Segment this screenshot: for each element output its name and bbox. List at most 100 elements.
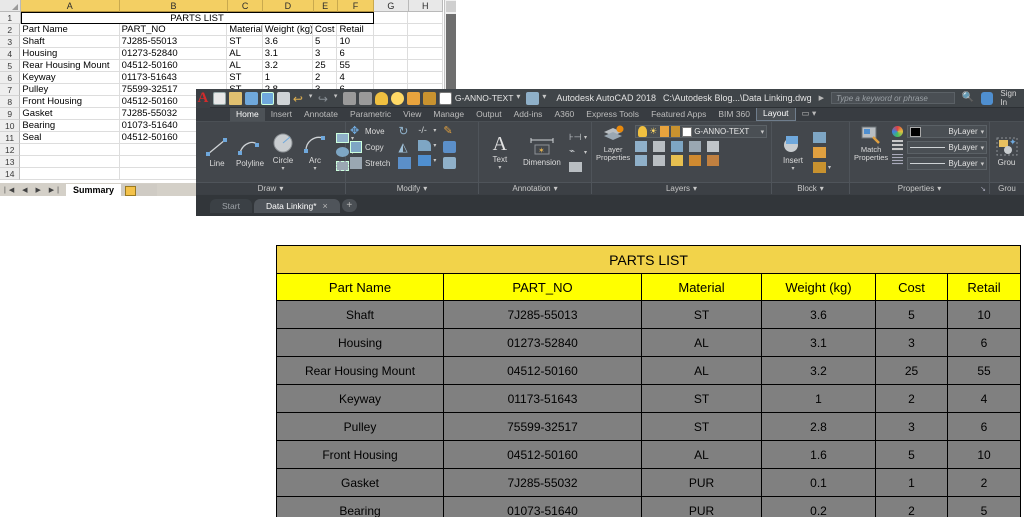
modify-tool-move[interactable]: ✥ Move	[350, 125, 390, 137]
excel-cell-H4[interactable]	[408, 48, 444, 60]
draw-tool-polyline[interactable]: Polyline	[236, 136, 264, 168]
annotation-tool-dimension[interactable]: ✶ Dimension	[522, 137, 562, 167]
excel-rowhead-8[interactable]: 8	[0, 96, 21, 108]
excel-cell-B4[interactable]: 01273-52840	[119, 48, 228, 60]
layer-thaw-icon[interactable]	[390, 91, 404, 105]
trim-dropdown-icon[interactable]: ▾	[433, 127, 436, 134]
layer-states-dropdown-icon[interactable]: ▾	[542, 92, 549, 105]
ribbon-tab-layout[interactable]: Layout	[756, 106, 796, 121]
ribbon-panel-block-label[interactable]: Block ▾	[772, 182, 849, 194]
save-as-icon[interactable]	[260, 91, 274, 105]
array-dropdown-icon[interactable]: ▾	[433, 157, 436, 164]
excel-rowhead-2[interactable]: 2	[0, 24, 21, 36]
excel-col-F[interactable]: F	[337, 0, 375, 12]
excel-sheet-nav-buttons[interactable]: |◀ ◀ ▶ ▶|	[0, 186, 66, 194]
block-attribute-flyout[interactable]: ▾	[813, 161, 831, 173]
layer-selector-dropdown-icon[interactable]: ▾	[761, 128, 765, 136]
current-layer-value[interactable]: G-ANNO-TEXT	[455, 93, 514, 103]
layer-unlock-tool-icon[interactable]	[689, 155, 702, 166]
excel-rowhead-4[interactable]: 4	[0, 48, 21, 60]
excel-cell-C6[interactable]: ST	[227, 72, 263, 84]
ribbon-tab-insert[interactable]: Insert	[265, 108, 298, 121]
undo-icon[interactable]: ↩	[293, 92, 306, 106]
excel-col-H[interactable]: H	[408, 0, 443, 12]
excel-cell-A3[interactable]: Shaft	[20, 36, 120, 48]
excel-cell-A13[interactable]	[20, 156, 120, 168]
ribbon-tab-output[interactable]: Output	[470, 108, 508, 121]
autocad-app-logo-icon[interactable]: A	[196, 88, 210, 108]
ribbon-panel-draw-label[interactable]: Draw ▾	[196, 182, 345, 194]
document-tab-start[interactable]: Start	[210, 198, 252, 213]
excel-cell-A12[interactable]	[20, 144, 120, 156]
excel-rowhead-1[interactable]: 1	[0, 12, 21, 24]
ribbon-tab-parametric[interactable]: Parametric	[344, 108, 397, 121]
excel-cell-E3[interactable]: 5	[313, 36, 338, 48]
excel-cell-F4[interactable]: 6	[337, 48, 374, 60]
layer-unisolate-icon[interactable]	[635, 155, 648, 166]
circle-dropdown-icon[interactable]: ▾	[282, 165, 285, 172]
annotation-tool-text[interactable]: A Text ▾	[485, 134, 515, 171]
excel-cell-E2[interactable]: Cost	[313, 24, 338, 36]
excel-cell-B5[interactable]: 04512-50160	[119, 60, 228, 72]
document-tab-data-linking[interactable]: Data Linking* ×	[253, 198, 340, 213]
excel-cell-H3[interactable]	[408, 36, 444, 48]
excel-cell-A14[interactable]	[20, 168, 120, 180]
sign-in-label[interactable]: Sign In	[1000, 89, 1024, 107]
excel-rowhead-6[interactable]: 6	[0, 72, 21, 84]
annotation-leader-flyout[interactable]: ⊦⊣ ▾	[569, 132, 587, 142]
ribbon-panel-properties-label[interactable]: Properties ▾ ↘	[850, 182, 989, 194]
excel-rowhead-12[interactable]: 12	[0, 144, 21, 156]
excel-col-D[interactable]: D	[263, 0, 314, 12]
color-wheel-icon[interactable]	[892, 126, 904, 137]
properties-panel-expand-icon[interactable]: ▾	[937, 184, 941, 193]
modify-array-flyout[interactable]: ▾	[418, 155, 436, 166]
excel-cell-D4[interactable]: 3.1	[262, 48, 314, 60]
ribbon-tab-express-tools[interactable]: Express Tools	[580, 108, 645, 121]
excel-cell-F3[interactable]: 10	[337, 36, 374, 48]
excel-cell-C5[interactable]: AL	[227, 60, 263, 72]
excel-cell-D6[interactable]: 1	[262, 72, 314, 84]
excel-cell-G1[interactable]	[373, 12, 409, 24]
excel-cell-G6[interactable]	[373, 72, 409, 84]
excel-rowhead-9[interactable]: 9	[0, 108, 21, 120]
mirror-icon[interactable]: ◭	[398, 141, 411, 153]
account-avatar-icon[interactable]	[981, 91, 994, 105]
excel-cell-C3[interactable]: ST	[227, 36, 263, 48]
open-file-icon[interactable]	[228, 91, 242, 105]
text-dropdown-icon[interactable]: ▾	[498, 164, 501, 171]
block-tool-insert[interactable]: Insert ▾	[778, 133, 808, 172]
layer-lock-icon[interactable]	[406, 91, 420, 105]
excel-cell-D5[interactable]: 3.2	[262, 60, 314, 72]
ribbon-panel-modify-label[interactable]: Modify ▾	[346, 182, 478, 194]
excel-cell-A11[interactable]: Seal	[20, 132, 120, 144]
annotation-panel-expand-icon[interactable]: ▾	[554, 184, 558, 193]
excel-cell-H1[interactable]	[408, 12, 443, 24]
multileader-dropdown-icon[interactable]: ▾	[584, 149, 587, 156]
annotation-multileader-flyout[interactable]: ⌁ ▾	[569, 147, 587, 157]
excel-cell-A2[interactable]: Part Name	[20, 24, 120, 36]
excel-cell-G2[interactable]	[373, 24, 409, 36]
excel-new-sheet-tab[interactable]	[121, 183, 158, 196]
excel-cell-H6[interactable]	[408, 72, 444, 84]
excel-rowhead-5[interactable]: 5	[0, 60, 21, 72]
layer-on-icon[interactable]	[374, 91, 388, 105]
ribbon-tab-annotate[interactable]: Annotate	[298, 108, 344, 121]
excel-cell-B2[interactable]: PART_NO	[119, 24, 228, 36]
draw-tool-line[interactable]: Line	[204, 136, 230, 168]
layer-off-icon[interactable]	[671, 141, 684, 152]
excel-cell-C2[interactable]: Material	[227, 24, 263, 36]
save-icon[interactable]	[244, 91, 258, 105]
excel-cell-E6[interactable]: 2	[313, 72, 338, 84]
layer-lock-closed-icon[interactable]	[660, 126, 670, 137]
excel-rowhead-13[interactable]: 13	[0, 156, 21, 168]
explode-icon[interactable]	[443, 141, 457, 153]
layer-color-icon[interactable]	[682, 126, 693, 137]
excel-rowhead-3[interactable]: 3	[0, 36, 21, 48]
layer-states-icon[interactable]	[526, 91, 540, 105]
layer-selector[interactable]: ☀ G-ANNO-TEXT ▾	[635, 125, 768, 138]
new-document-tab-button[interactable]: +	[341, 199, 357, 212]
linetype-list-icon[interactable]	[892, 140, 904, 151]
ribbon-tab-featured-apps[interactable]: Featured Apps	[645, 108, 712, 121]
excel-cell-G4[interactable]	[373, 48, 409, 60]
layer-delete-icon[interactable]	[707, 155, 720, 166]
